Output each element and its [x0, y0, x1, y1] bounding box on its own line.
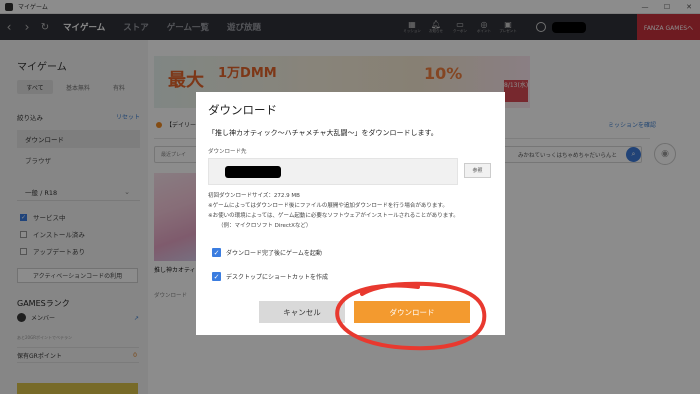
option-launch-after-download[interactable]: ✓ ダウンロード完了後にゲームを起動 [212, 248, 322, 257]
cancel-button[interactable]: キャンセル [259, 301, 345, 323]
checkbox-checked-icon: ✓ [212, 248, 221, 257]
option-label: ダウンロード完了後にゲームを起動 [226, 250, 322, 257]
download-button[interactable]: ダウンロード [354, 301, 470, 323]
download-size: 初回ダウンロードサイズ：272.9 MB [208, 193, 300, 199]
dialog-description: 「推し神カオティック〜ハチャメチャ大乱闘〜」をダウンロードします。 [208, 129, 438, 137]
note-2: ※お使いの環境によっては、ゲーム起動に必要なソフトウェアがインストールされること… [208, 213, 459, 219]
download-path-field[interactable] [208, 158, 458, 185]
download-path-label: ダウンロード先 [208, 149, 247, 155]
option-label: デスクトップにショートカットを作成 [226, 274, 329, 281]
note-3: （例：マイクロソフト DirectXなど） [218, 223, 312, 229]
option-desktop-shortcut[interactable]: ✓ デスクトップにショートカットを作成 [212, 272, 328, 281]
browse-button[interactable]: 参照 [464, 163, 491, 178]
checkbox-checked-icon: ✓ [212, 272, 221, 281]
dialog-title: ダウンロード [208, 103, 277, 117]
redacted-path [225, 166, 281, 178]
note-1: ※ゲームによってはダウンロード後にファイルの展開や追加ダウンロードを行う場合があ… [208, 203, 448, 209]
download-dialog: ダウンロード 「推し神カオティック〜ハチャメチャ大乱闘〜」をダウンロードします。… [196, 92, 505, 335]
